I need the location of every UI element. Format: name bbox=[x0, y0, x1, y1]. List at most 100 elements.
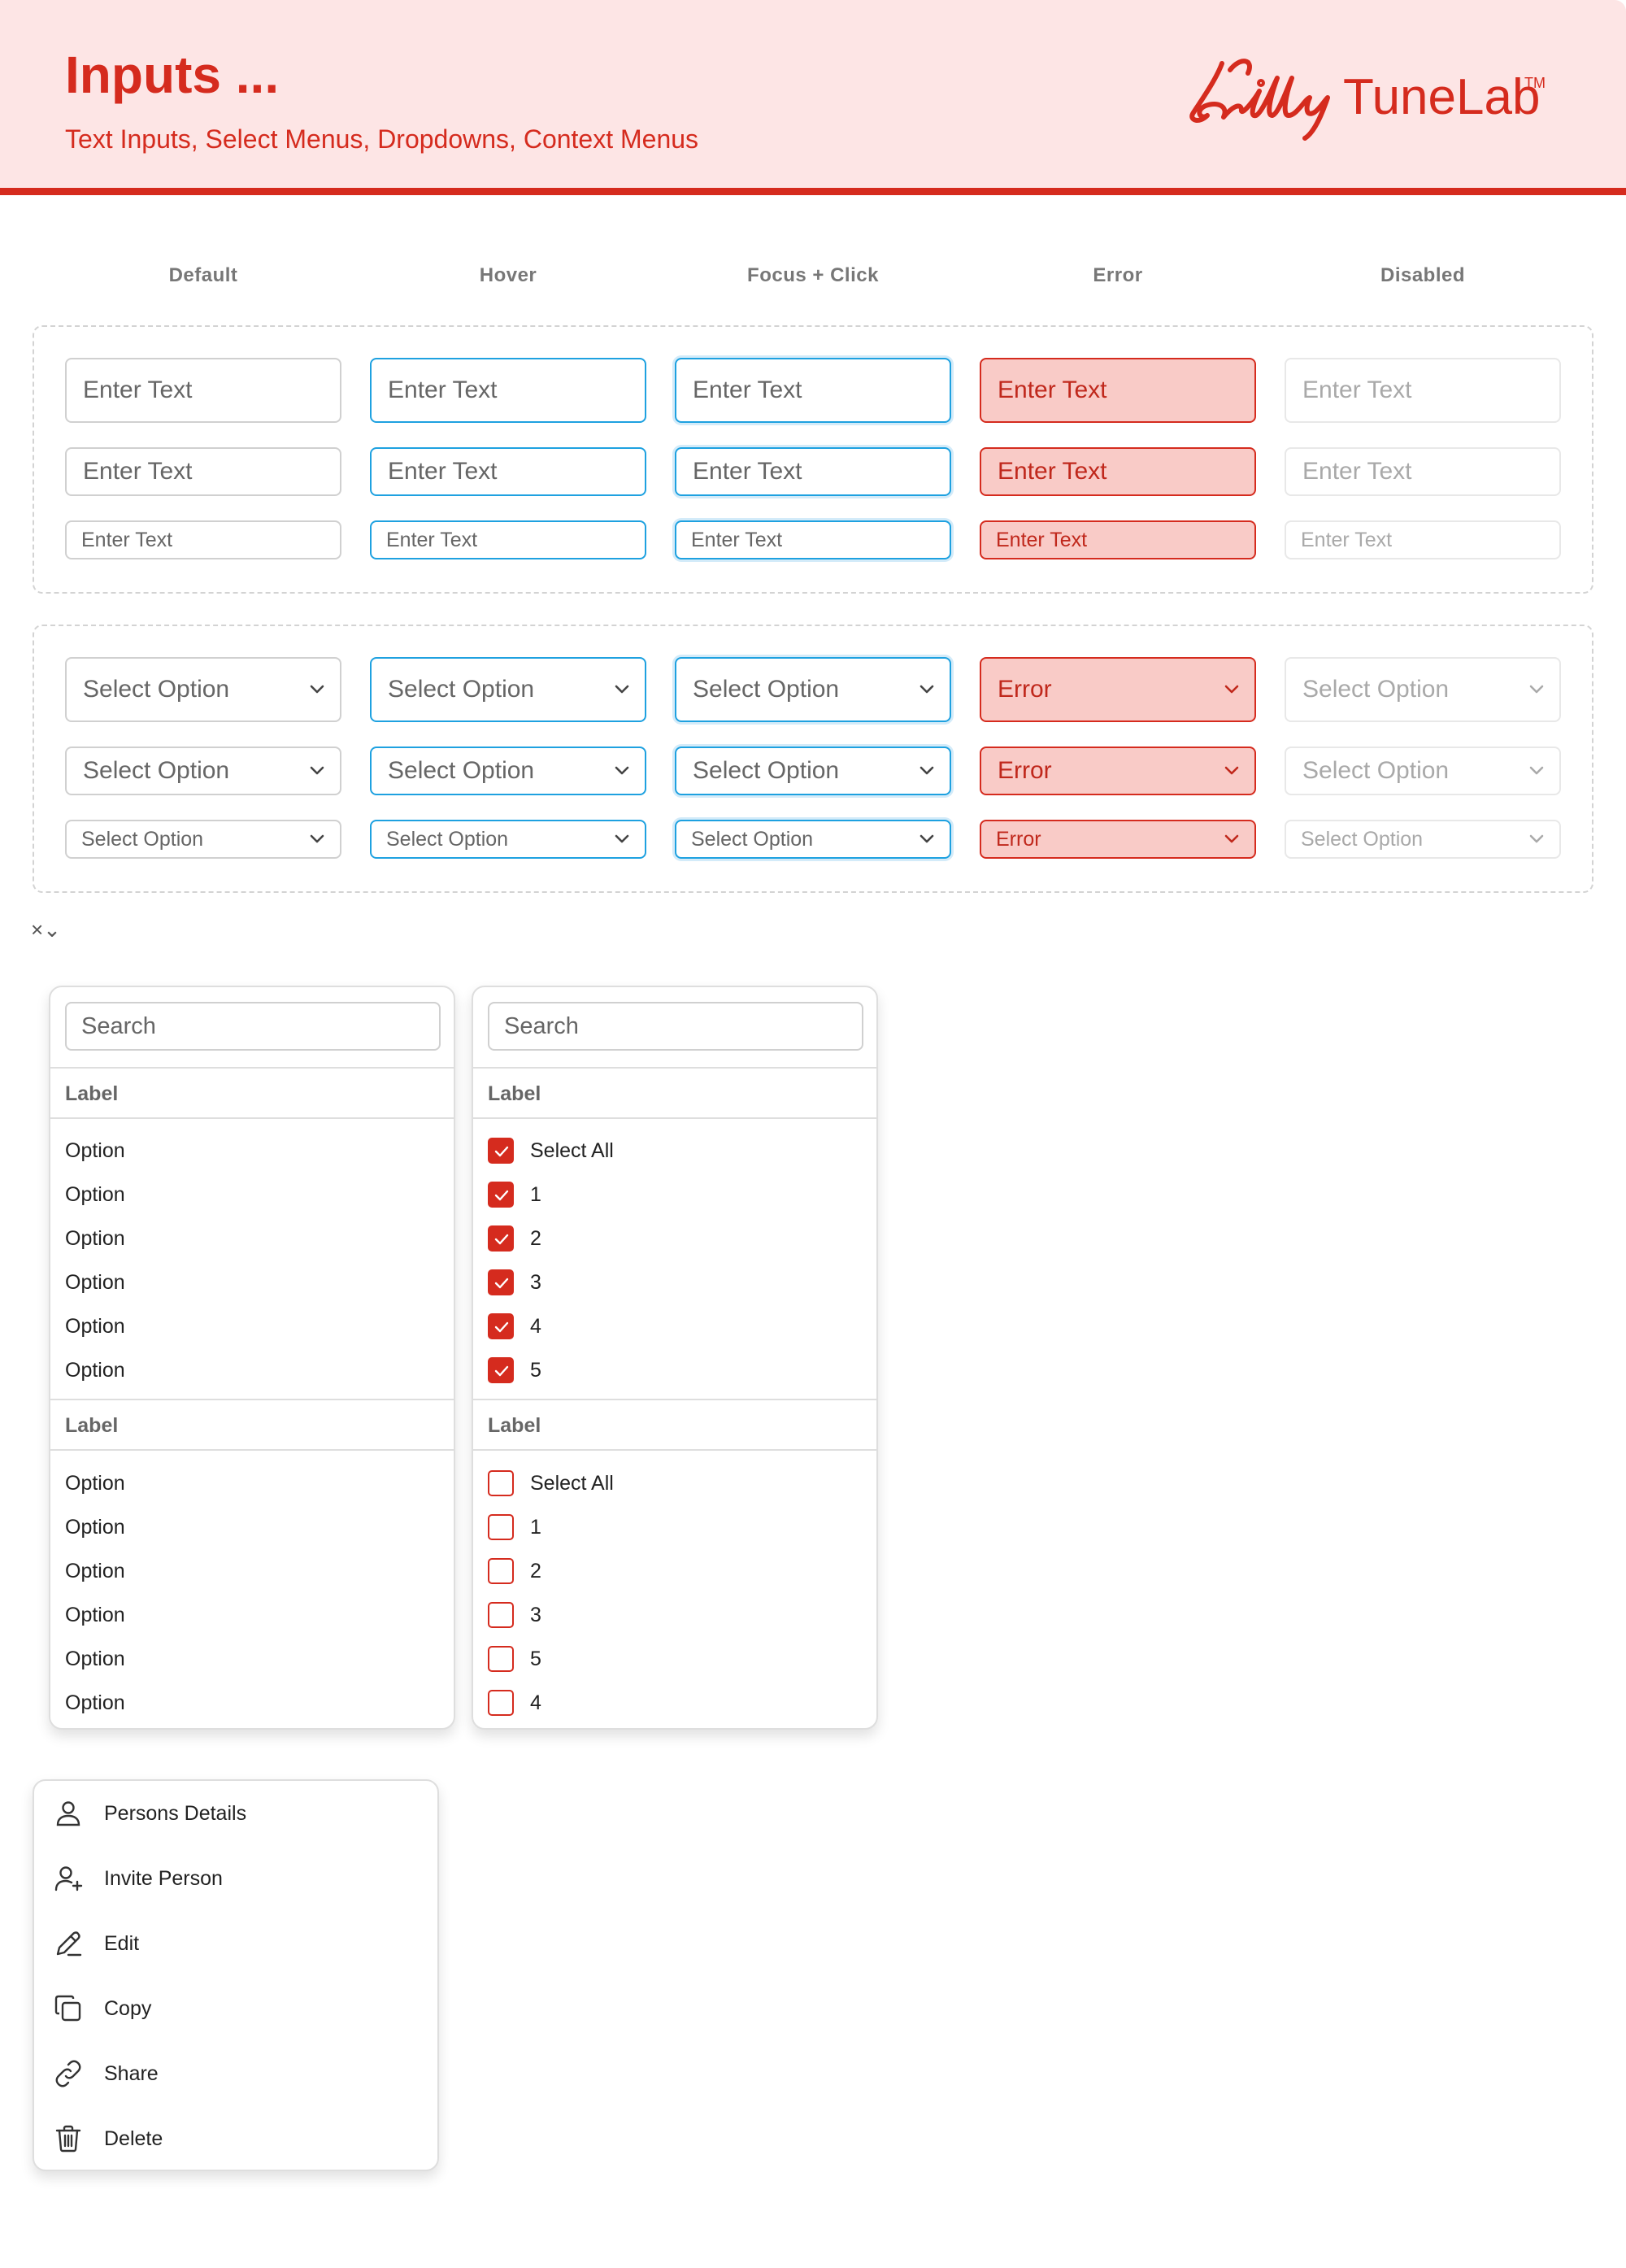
menu-option[interactable]: Option bbox=[65, 1691, 125, 1715]
text-input-focus-small[interactable]: Enter Text bbox=[675, 520, 951, 559]
checkbox-checked[interactable] bbox=[488, 1182, 514, 1208]
select-error-medium[interactable]: Error bbox=[980, 747, 1256, 795]
text-input-focus-large[interactable]: Enter Text bbox=[675, 358, 951, 423]
menu-group-label: Label bbox=[65, 1082, 119, 1105]
text-input-error-large[interactable]: Enter Text bbox=[980, 358, 1256, 423]
checkbox-label: 5 bbox=[530, 1359, 541, 1382]
select-error-small[interactable]: Error bbox=[980, 820, 1256, 859]
link-icon bbox=[55, 2060, 81, 2087]
checkbox-unchecked[interactable] bbox=[488, 1646, 514, 1672]
context-item-label: Persons Details bbox=[104, 1802, 247, 1825]
chevron-down-icon bbox=[1528, 685, 1545, 694]
menu-option[interactable]: Option bbox=[65, 1226, 125, 1251]
chevron-down-icon bbox=[919, 766, 935, 776]
menu-option[interactable]: Option bbox=[65, 1314, 125, 1339]
menu-group-label: Label bbox=[488, 1414, 541, 1437]
select-default-small[interactable]: Select Option bbox=[65, 820, 341, 859]
context-item-label: Edit bbox=[104, 1932, 140, 1955]
text-input-hover-small[interactable]: Enter Text bbox=[370, 520, 646, 559]
context-item-edit[interactable]: Edit bbox=[34, 1911, 437, 1976]
menu-option[interactable]: Option bbox=[65, 1358, 125, 1382]
select-hover-medium[interactable]: Select Option bbox=[370, 747, 646, 795]
column-header-error: Error bbox=[1093, 264, 1143, 286]
select-value: Select Option bbox=[691, 827, 814, 851]
select-value: Select Option bbox=[83, 676, 230, 703]
clear-and-expand-controls[interactable]: ×⌄ bbox=[31, 919, 61, 940]
checkbox-checked[interactable] bbox=[488, 1269, 514, 1295]
select-focus-large[interactable]: Select Option bbox=[675, 657, 951, 722]
menu-option[interactable]: Option bbox=[65, 1471, 125, 1495]
menu-option[interactable]: Option bbox=[65, 1647, 125, 1671]
checkbox-unchecked[interactable] bbox=[488, 1514, 514, 1540]
context-item-copy[interactable]: Copy bbox=[34, 1976, 437, 2041]
checkbox-unchecked[interactable] bbox=[488, 1602, 514, 1628]
page-title: Inputs ... bbox=[65, 46, 280, 104]
context-item-invite-person[interactable]: Invite Person bbox=[34, 1846, 437, 1911]
column-header-hover: Hover bbox=[479, 264, 537, 286]
brand-logo: TuneLab TM bbox=[1183, 49, 1565, 146]
text-input-error-medium[interactable]: Enter Text bbox=[980, 447, 1256, 496]
checkbox-label: Select All bbox=[530, 1472, 614, 1495]
checkbox-label: 1 bbox=[530, 1183, 541, 1206]
select-default-medium[interactable]: Select Option bbox=[65, 747, 341, 795]
select-disabled-large: Select Option bbox=[1285, 657, 1561, 722]
menu-search-input[interactable]: Search bbox=[488, 1002, 863, 1051]
menu-option[interactable]: Option bbox=[65, 1603, 125, 1627]
menu-divider bbox=[473, 1449, 876, 1451]
menu-divider bbox=[473, 1399, 876, 1400]
checkbox-checked[interactable] bbox=[488, 1357, 514, 1383]
checkbox-checked[interactable] bbox=[488, 1138, 514, 1164]
text-input-default-small[interactable]: Enter Text bbox=[65, 520, 341, 559]
trash-icon bbox=[55, 2125, 81, 2153]
select-hover-small[interactable]: Select Option bbox=[370, 820, 646, 859]
context-item-share[interactable]: Share bbox=[34, 2041, 437, 2106]
select-focus-medium[interactable]: Select Option bbox=[675, 747, 951, 795]
checkbox-unchecked[interactable] bbox=[488, 1558, 514, 1584]
trademark-mark: TM bbox=[1524, 75, 1546, 91]
copy-icon bbox=[54, 1995, 81, 2022]
text-input-default-large[interactable]: Enter Text bbox=[65, 358, 341, 423]
select-value: Select Option bbox=[388, 757, 535, 784]
checkbox-unchecked[interactable] bbox=[488, 1470, 514, 1496]
select-value: Select Option bbox=[1302, 676, 1450, 703]
checkbox-checked[interactable] bbox=[488, 1313, 514, 1339]
menu-option[interactable]: Option bbox=[65, 1559, 125, 1583]
select-disabled-medium: Select Option bbox=[1285, 747, 1561, 795]
menu-option[interactable]: Option bbox=[65, 1515, 125, 1539]
text-input-default-medium[interactable]: Enter Text bbox=[65, 447, 341, 496]
select-hover-large[interactable]: Select Option bbox=[370, 657, 646, 722]
select-value: Select Option bbox=[388, 676, 535, 703]
menu-divider bbox=[50, 1449, 454, 1451]
select-value: Select Option bbox=[83, 757, 230, 784]
select-value: Select Option bbox=[693, 757, 840, 784]
context-item-persons-details[interactable]: Persons Details bbox=[34, 1781, 437, 1846]
select-value: Select Option bbox=[1302, 757, 1450, 784]
checkbox-checked[interactable] bbox=[488, 1225, 514, 1252]
menu-option[interactable]: Option bbox=[65, 1138, 125, 1163]
header-accent-bar bbox=[0, 188, 1626, 195]
lilly-script-logo bbox=[1189, 59, 1330, 141]
select-focus-small[interactable]: Select Option bbox=[675, 820, 951, 859]
select-default-large[interactable]: Select Option bbox=[65, 657, 341, 722]
context-item-label: Copy bbox=[104, 1997, 152, 2020]
chevron-down-icon bbox=[1224, 685, 1240, 694]
select-value: Error bbox=[996, 827, 1041, 851]
chevron-down-icon bbox=[309, 766, 325, 776]
menu-divider bbox=[50, 1067, 454, 1069]
checkbox-label: 3 bbox=[530, 1271, 541, 1294]
menu-group-label: Label bbox=[65, 1414, 119, 1437]
text-input-error-small[interactable]: Enter Text bbox=[980, 520, 1256, 559]
chevron-down-icon bbox=[1528, 834, 1545, 844]
menu-option[interactable]: Option bbox=[65, 1270, 125, 1295]
text-input-hover-large[interactable]: Enter Text bbox=[370, 358, 646, 423]
context-item-delete[interactable]: Delete bbox=[34, 2106, 437, 2170]
menu-divider bbox=[50, 1117, 454, 1119]
checkbox-unchecked[interactable] bbox=[488, 1690, 514, 1716]
text-input-focus-medium[interactable]: Enter Text bbox=[675, 447, 951, 496]
select-error-large[interactable]: Error bbox=[980, 657, 1256, 722]
column-header-disabled: Disabled bbox=[1380, 264, 1466, 286]
menu-option[interactable]: Option bbox=[65, 1182, 125, 1207]
text-input-hover-medium[interactable]: Enter Text bbox=[370, 447, 646, 496]
menu-search-input[interactable]: Search bbox=[65, 1002, 441, 1051]
checkbox-label: 2 bbox=[530, 1560, 541, 1582]
